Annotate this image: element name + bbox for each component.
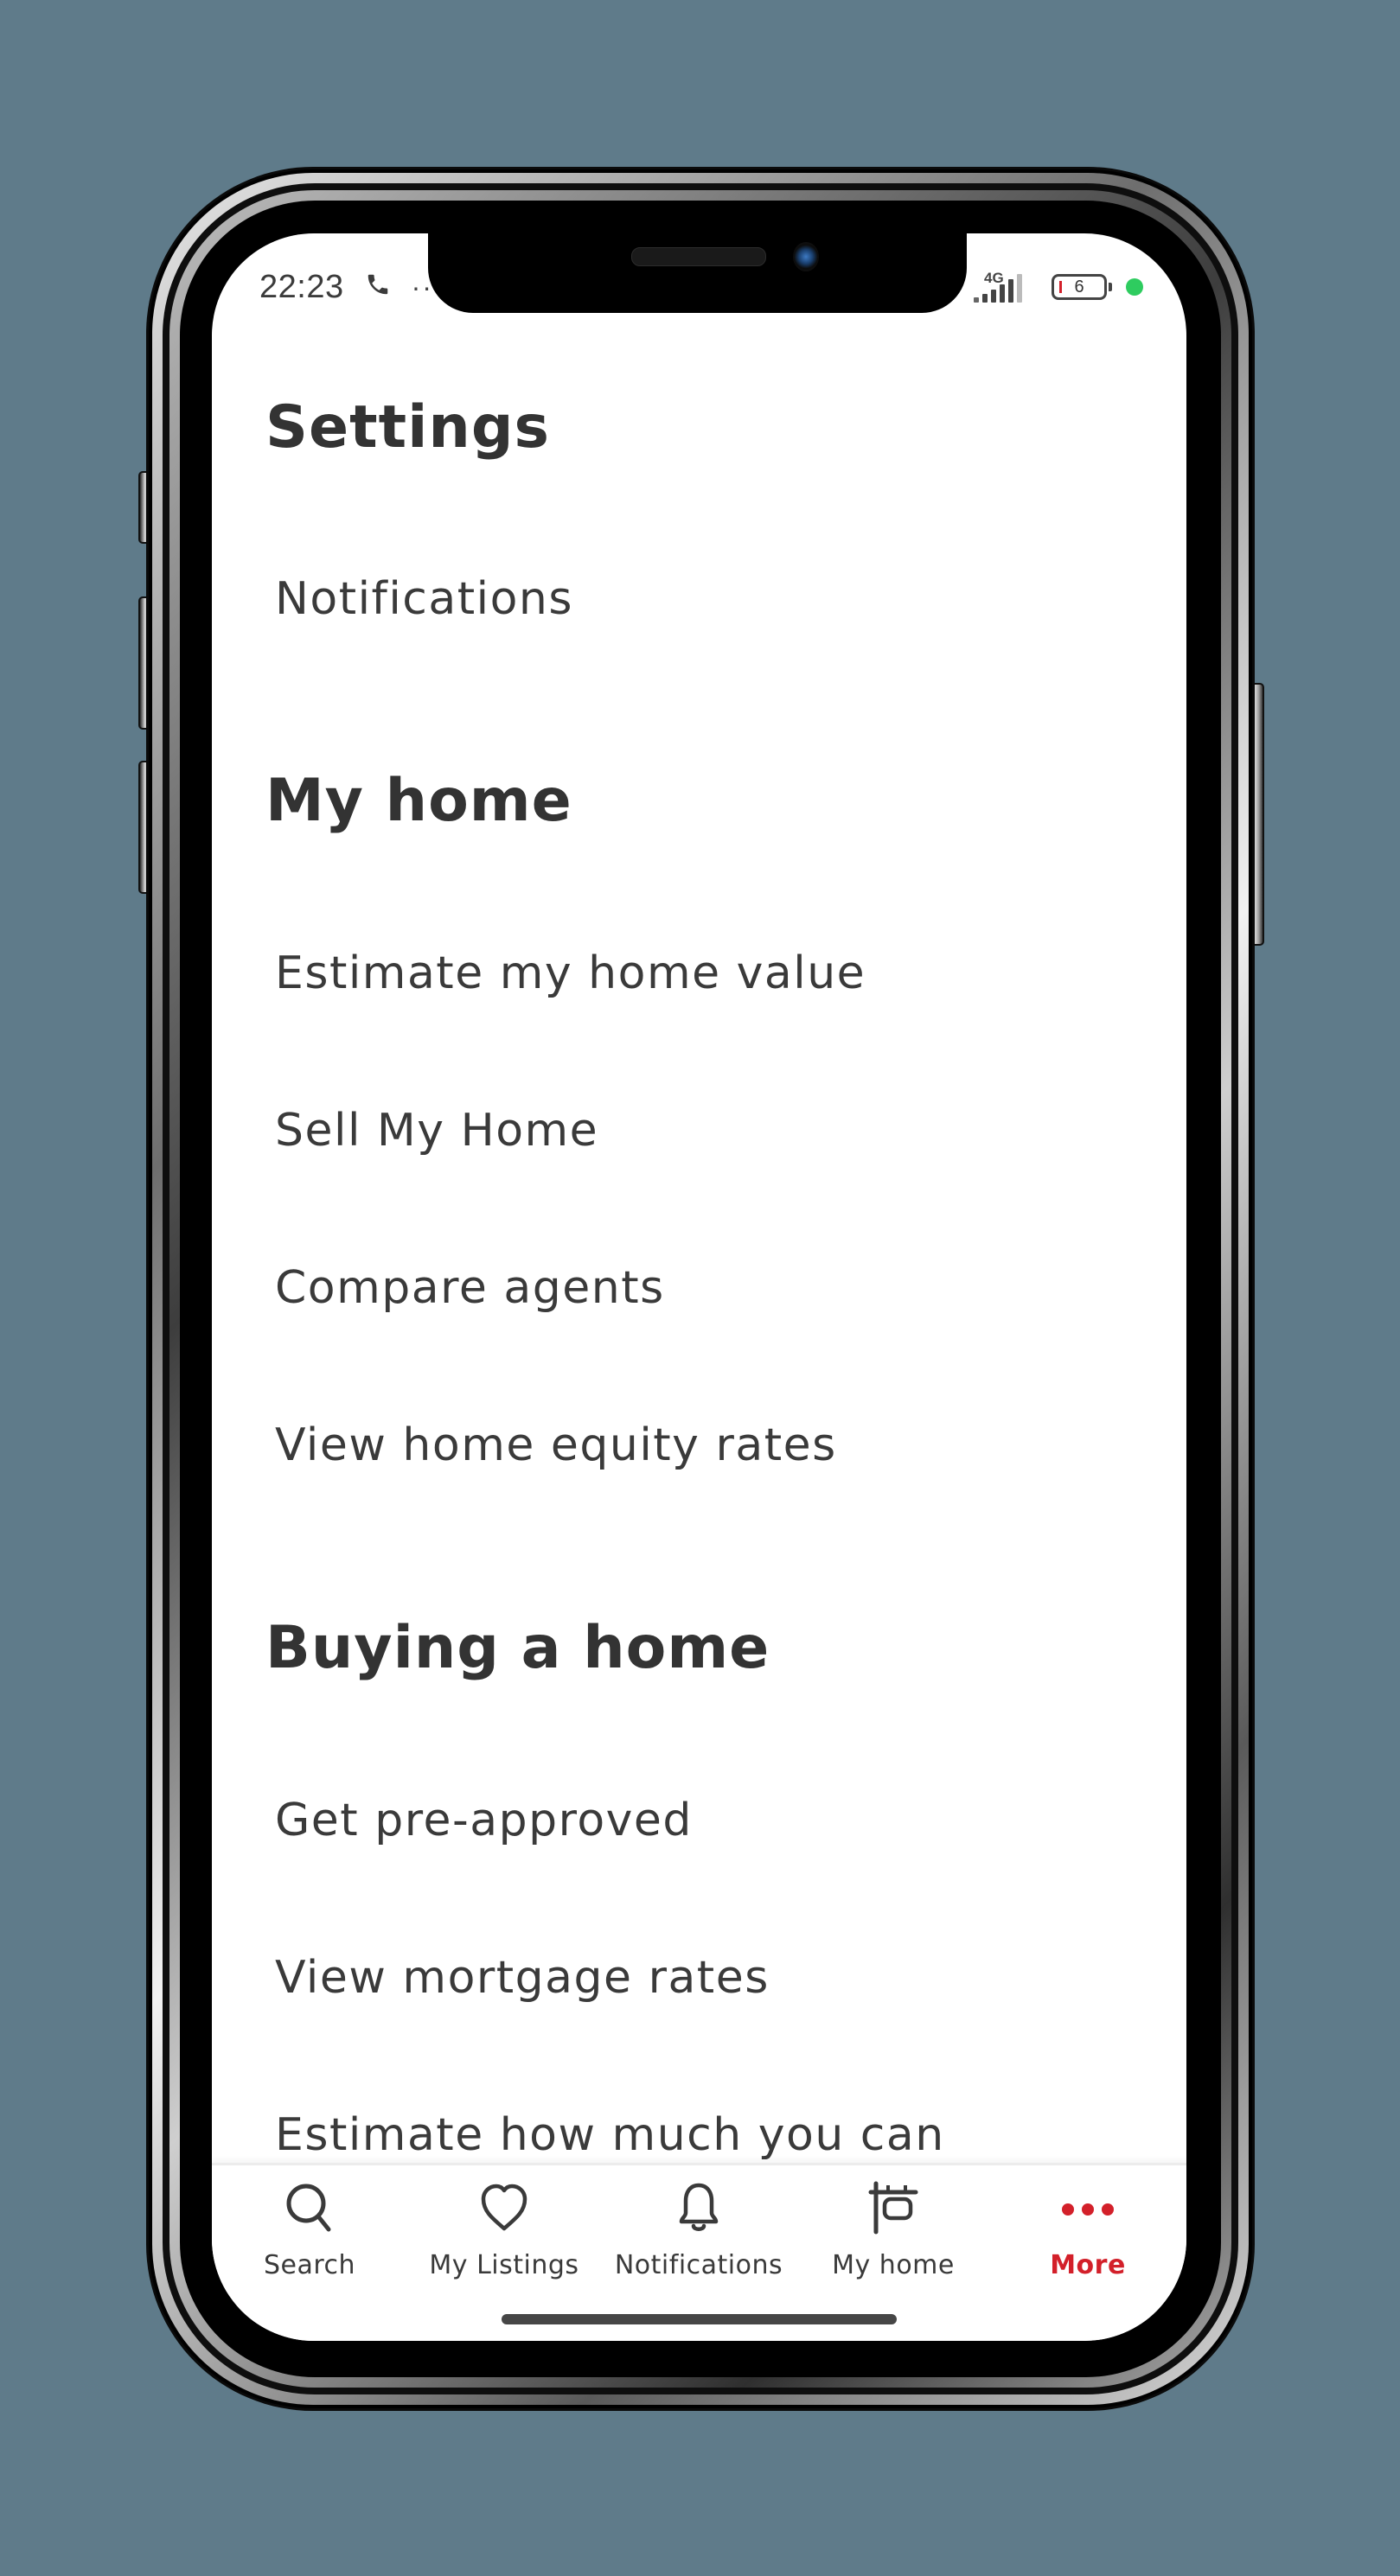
menu-item-notifications[interactable]: Notifications <box>275 573 573 625</box>
heart-icon <box>474 2177 534 2238</box>
tab-label: More <box>1050 2250 1126 2280</box>
battery-icon: 6 <box>1052 274 1112 300</box>
home-sign-icon <box>863 2177 924 2238</box>
menu-item-estimate-affordability[interactable]: Estimate how much you can <box>275 2109 945 2161</box>
home-indicator[interactable] <box>502 2314 897 2324</box>
front-camera <box>793 242 819 271</box>
more-dots-icon <box>1058 2177 1118 2238</box>
signal-strength-icon: 4G <box>974 270 1043 304</box>
status-bar-left: 22:23 ·· <box>259 268 433 306</box>
section-heading-settings: Settings <box>265 393 550 462</box>
tab-label: My home <box>832 2250 955 2280</box>
menu-item-estimate-home-value[interactable]: Estimate my home value <box>275 947 866 999</box>
menu-item-get-pre-approved[interactable]: Get pre-approved <box>275 1795 693 1846</box>
privacy-indicator-dot <box>1126 278 1143 296</box>
tab-my-home[interactable]: My home <box>798 2177 988 2299</box>
menu-item-sell-my-home[interactable]: Sell My Home <box>275 1105 598 1157</box>
menu-item-home-equity-rates[interactable]: View home equity rates <box>275 1419 837 1471</box>
tab-my-listings[interactable]: My Listings <box>409 2177 599 2299</box>
status-bar-right: 4G 6 <box>974 268 1143 306</box>
tab-label: Search <box>263 2250 356 2280</box>
tab-search[interactable]: Search <box>214 2177 405 2299</box>
menu-item-compare-agents[interactable]: Compare agents <box>275 1262 665 1314</box>
section-heading-buying-a-home: Buying a home <box>265 1614 770 1682</box>
tab-more[interactable]: More <box>993 2177 1183 2299</box>
tab-notifications[interactable]: Notifications <box>604 2177 794 2299</box>
notch <box>428 233 967 313</box>
tab-label: My Listings <box>429 2250 579 2280</box>
section-heading-my-home: My home <box>265 767 572 835</box>
tab-label: Notifications <box>614 2250 783 2280</box>
phone-screen: 22:23 ·· 4G 6 Settings Notifications My … <box>212 233 1186 2341</box>
search-icon <box>279 2177 340 2238</box>
battery-level: 6 <box>1074 277 1084 296</box>
phone-icon <box>365 269 391 306</box>
status-time: 22:23 <box>259 268 344 305</box>
speaker-grille <box>631 247 766 266</box>
menu-item-view-mortgage-rates[interactable]: View mortgage rates <box>275 1952 770 2004</box>
bell-icon <box>668 2177 729 2238</box>
